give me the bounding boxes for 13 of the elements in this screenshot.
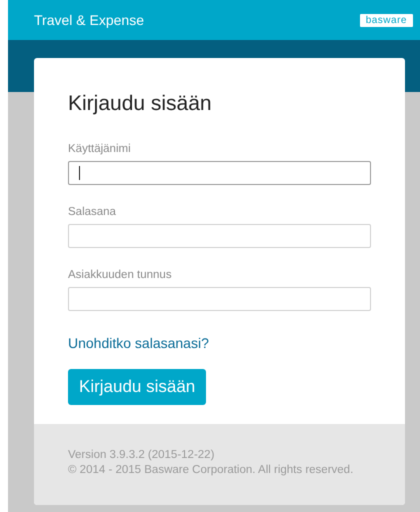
input-field[interactable] [68, 161, 371, 185]
input-field[interactable] [68, 224, 371, 248]
field-label: Käyttäjänimi [68, 143, 131, 155]
field-label: Asiakkuuden tunnus [68, 269, 172, 281]
app-title: Travel & Expense [34, 12, 144, 28]
field-label: Salasana [68, 206, 116, 218]
text-cursor-icon [79, 166, 80, 180]
login-heading: Kirjaudu sisään [68, 92, 213, 116]
copyright-text: © 2014 - 2015 Basware Corporation. All rights reserved. [68, 464, 354, 476]
forgot-password-link[interactable]: Unohditko salasanasi? [68, 335, 209, 351]
version-text: Version 3.9.3.2 (2015-12-22) [68, 449, 214, 461]
logo: basware [360, 14, 413, 26]
input-field[interactable] [68, 287, 371, 311]
